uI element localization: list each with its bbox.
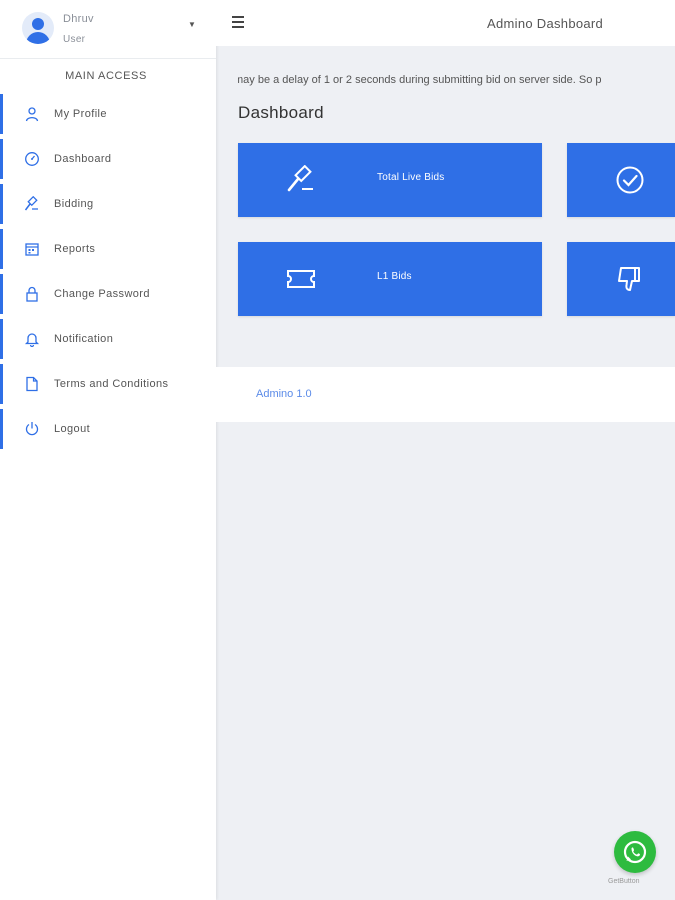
gavel-icon	[287, 165, 313, 192]
check-circle-icon	[616, 166, 644, 194]
menu-icon[interactable]	[232, 15, 246, 29]
sidebar-item-label: Dashboard	[54, 153, 112, 165]
card-l1-bids[interactable]: L1 Bids	[238, 242, 542, 316]
sidebar-item-reports[interactable]: Reports	[0, 229, 216, 269]
sidebar-item-dashboard[interactable]: Dashboard	[0, 139, 216, 179]
dashboard-icon	[25, 152, 39, 166]
sidebar-item-logout[interactable]: Logout	[0, 409, 216, 449]
card-lost-bids[interactable]	[567, 242, 675, 316]
footer-version: Admino 1.0	[256, 388, 312, 400]
notice-text: may be a delay of 1 or 2 seconds during …	[238, 74, 602, 86]
user-name: Dhruv	[63, 13, 94, 25]
sidebar-item-label: Reports	[54, 243, 96, 255]
top-bar: Admino Dashboard	[216, 0, 675, 46]
sidebar-item-notification[interactable]: Notification	[0, 319, 216, 359]
user-icon	[25, 107, 39, 122]
sidebar-item-label: Change Password	[54, 288, 150, 300]
whatsapp-icon	[623, 840, 647, 864]
sidebar-item-label: Logout	[54, 423, 91, 435]
sidebar-item-label: Terms and Conditions	[54, 378, 169, 390]
gavel-icon	[24, 196, 38, 211]
sidebar-item-label: Notification	[54, 333, 114, 345]
marquee-notice: may be a delay of 1 or 2 seconds during …	[238, 74, 675, 86]
sidebar: Dhruv User ▼ MAIN ACCESS My Profile Dash…	[0, 0, 216, 900]
sidebar-nav: My Profile Dashboard Bidding Reports Cha…	[0, 94, 216, 454]
sidebar-item-bidding[interactable]: Bidding	[0, 184, 216, 224]
lock-icon	[26, 286, 38, 302]
whatsapp-label: GetButton	[608, 878, 640, 885]
sidebar-item-change-password[interactable]: Change Password	[0, 274, 216, 314]
bell-icon	[24, 333, 40, 347]
avatar-icon	[22, 12, 54, 44]
sidebar-item-label: Bidding	[54, 198, 94, 210]
thumbs-down-icon	[618, 267, 640, 291]
caret-down-icon[interactable]: ▼	[188, 20, 196, 29]
user-panel[interactable]: Dhruv User ▼	[0, 0, 216, 59]
card-label: Total Live Bids	[377, 172, 445, 183]
power-icon	[25, 422, 39, 436]
document-icon	[26, 376, 38, 392]
footer: Admino 1.0	[216, 367, 675, 422]
sidebar-item-terms[interactable]: Terms and Conditions	[0, 364, 216, 404]
ticket-icon	[287, 270, 315, 288]
page-title: Dashboard	[238, 103, 324, 122]
card-label: L1 Bids	[377, 271, 412, 282]
section-title: MAIN ACCESS	[65, 70, 147, 82]
sidebar-item-my-profile[interactable]: My Profile	[0, 94, 216, 134]
page-header-title: Admino Dashboard	[487, 16, 604, 31]
reports-icon	[25, 243, 39, 256]
user-role: User	[63, 34, 86, 45]
card-total-live-bids[interactable]: Total Live Bids	[238, 143, 542, 217]
sidebar-item-label: My Profile	[54, 108, 107, 120]
card-approved-bids[interactable]	[567, 143, 675, 217]
whatsapp-button[interactable]	[614, 831, 656, 873]
